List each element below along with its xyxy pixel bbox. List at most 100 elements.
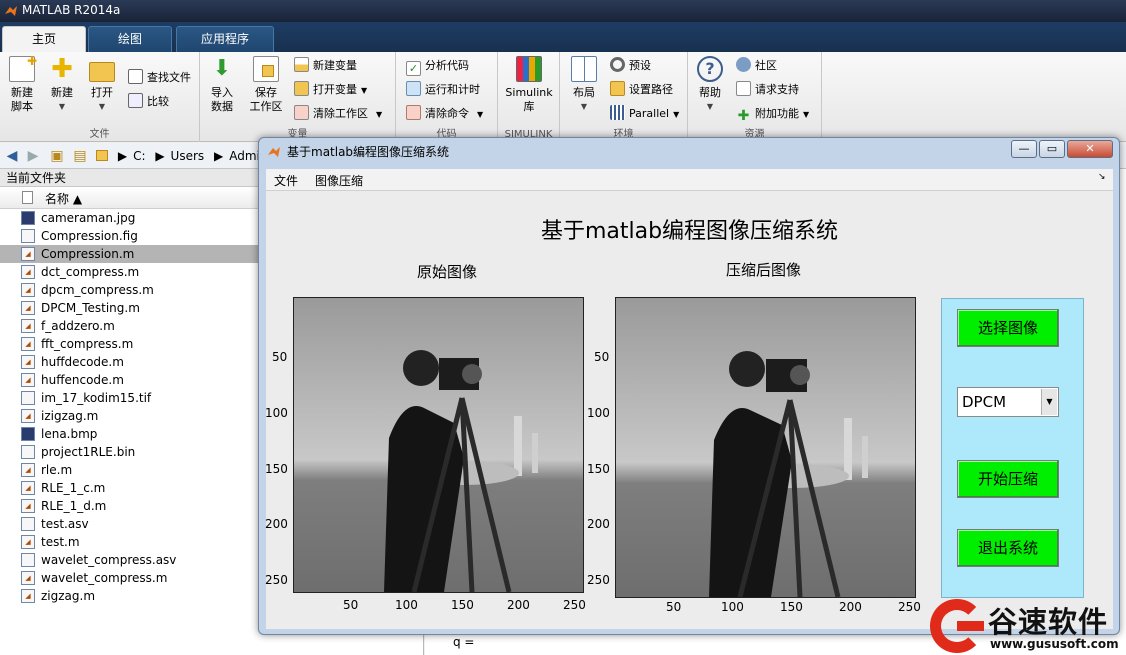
figure-menu-bar: 文件 图像压缩 ↘ (266, 169, 1113, 191)
dock-arrow-icon[interactable]: ↘ (1098, 172, 1106, 182)
maximize-button[interactable]: ▭ (1039, 140, 1065, 158)
environment-group: 布局 ▼ 预设 设置路径 Parallel ▼ 环境 (560, 52, 688, 142)
original-image (294, 298, 583, 593)
file-name: DPCM_Testing.m (41, 301, 140, 315)
find-files-icon (128, 69, 143, 84)
clear-commands-icon (406, 105, 421, 120)
open-button[interactable]: 打开 ▼ (82, 56, 122, 114)
file-icon (22, 191, 33, 204)
close-button[interactable]: ✕ (1067, 140, 1113, 158)
save-workspace-icon (253, 56, 279, 82)
back-arrow-icon[interactable]: ◀ (3, 147, 21, 165)
browse-folder-icon[interactable]: ▤ (71, 147, 89, 165)
exit-system-button[interactable]: 退出系统 (957, 529, 1059, 567)
community-button[interactable]: 社区 (736, 56, 777, 76)
preferences-button[interactable]: 预设 (610, 56, 651, 76)
addons-plus-icon: ✚ (737, 108, 750, 124)
new-button[interactable]: ✚ 新建 ▼ (42, 56, 82, 114)
x-tick-label: 100 (721, 600, 744, 614)
addons-label: 附加功能 (755, 107, 799, 120)
matlab-file-icon: ◢ (21, 301, 35, 315)
community-icon (736, 57, 751, 72)
method-dropdown[interactable]: DPCM ▼ (957, 387, 1059, 417)
set-path-button[interactable]: 设置路径 (610, 80, 673, 100)
analyze-code-button[interactable]: ✓ 分析代码 (406, 56, 469, 76)
image-file-icon (21, 427, 35, 441)
matlab-file-icon: ◢ (21, 589, 35, 603)
file-name: wavelet_compress.m (41, 571, 168, 585)
select-image-button[interactable]: 选择图像 (957, 309, 1059, 347)
help-button[interactable]: ? 帮助 ▼ (690, 56, 730, 114)
simulink-library-button[interactable]: Simulink 库 (502, 56, 556, 114)
request-support-button[interactable]: 请求支持 (736, 80, 799, 100)
gususoft-watermark: 谷速软件 www.gususoft.com (930, 597, 1126, 655)
file-name: dct_compress.m (41, 265, 140, 279)
file-name: zigzag.m (41, 589, 96, 603)
forward-arrow-icon[interactable]: ▶ (24, 147, 42, 165)
file-icon (21, 445, 35, 459)
file-name: lena.bmp (41, 427, 98, 441)
tab-plots[interactable]: 绘图 (88, 26, 172, 52)
resources-group: ? 帮助 ▼ 社区 请求支持 ✚ 附加功能 ▼ 资源 (688, 52, 822, 142)
run-time-label: 运行和计时 (425, 83, 480, 96)
parallel-button[interactable]: Parallel ▼ (610, 104, 679, 124)
simulink-icon (516, 56, 542, 82)
x-tick-label: 150 (451, 598, 474, 612)
folder-open-icon (89, 62, 115, 82)
figure-file-icon (21, 229, 35, 243)
simulink-label: Simulink 库 (505, 86, 553, 113)
chevron-down-icon[interactable]: ▼ (1041, 389, 1057, 415)
layout-icon (571, 56, 597, 82)
addons-button[interactable]: ✚ 附加功能 ▼ (736, 104, 810, 124)
matlab-file-icon: ◢ (21, 571, 35, 585)
gui-heading: 基于matlab编程图像压缩系统 (540, 219, 839, 244)
x-tick-label: 250 (898, 600, 921, 614)
open-variable-button[interactable]: 打开变量 ▼ (294, 80, 367, 100)
import-icon: ⬇ (212, 56, 232, 81)
matlab-figure-icon (268, 147, 280, 157)
minimize-button[interactable]: — (1011, 140, 1037, 158)
matlab-file-icon: ◢ (21, 337, 35, 351)
preferences-label: 预设 (629, 59, 651, 72)
tab-home[interactable]: 主页 (2, 26, 86, 52)
run-and-time-button[interactable]: 运行和计时 (406, 80, 480, 100)
new-variable-label: 新建变量 (313, 59, 357, 72)
path-segment[interactable]: Users (171, 149, 205, 163)
variable-group: ⬇ 导入 数据 保存 工作区 新建变量 打开变量 ▼ 清除工作区 ▼ 变量 (200, 52, 396, 142)
menu-image-compression[interactable]: 图像压缩 (315, 172, 363, 189)
clear-workspace-button[interactable]: 清除工作区 ▼ (294, 104, 382, 124)
matlab-file-icon: ◢ (21, 463, 35, 477)
up-folder-icon[interactable]: ▣ (48, 147, 66, 165)
save-workspace-button[interactable]: 保存 工作区 (244, 56, 288, 114)
layout-button[interactable]: 布局 ▼ (564, 56, 604, 114)
compare-icon (128, 93, 143, 108)
find-files-button[interactable]: 查找文件 (128, 68, 191, 88)
new-variable-button[interactable]: 新建变量 (294, 56, 357, 76)
file-icon (21, 553, 35, 567)
parallel-icon (610, 105, 625, 120)
new-script-button[interactable]: ✚ 新建 脚本 (2, 54, 42, 114)
help-icon: ? (697, 56, 723, 82)
chevron-down-icon: ▼ (706, 102, 714, 111)
x-tick-label: 150 (780, 600, 803, 614)
import-data-button[interactable]: ⬇ 导入 数据 (202, 56, 242, 114)
ribbon-tabs: 主页 绘图 应用程序 (0, 22, 1126, 52)
analyze-code-label: 分析代码 (425, 59, 469, 72)
file-name: Compression.fig (41, 229, 138, 243)
chevron-down-icon: ▼ (580, 102, 588, 111)
clear-commands-button[interactable]: 清除命令 ▼ (406, 104, 483, 124)
compare-button[interactable]: 比较 (128, 92, 169, 112)
menu-file[interactable]: 文件 (274, 172, 298, 189)
start-compression-button[interactable]: 开始压缩 (957, 460, 1059, 498)
image-file-icon (21, 211, 35, 225)
tab-apps[interactable]: 应用程序 (176, 26, 274, 52)
ribbon-toolbar: ✚ 新建 脚本 ✚ 新建 ▼ 打开 ▼ 查找文件 比较 文件 ⬇ 导入 数据 保… (0, 52, 1126, 142)
layout-label: 布局 (573, 86, 595, 99)
path-segment[interactable]: C: (133, 149, 145, 163)
help-label: 帮助 (699, 86, 721, 99)
y-tick-label: 250 (265, 573, 288, 587)
compressed-image (616, 298, 915, 598)
y-tick-label: 200 (587, 517, 610, 531)
open-variable-icon (294, 81, 309, 96)
chevron-down-icon: ▼ (376, 110, 383, 119)
